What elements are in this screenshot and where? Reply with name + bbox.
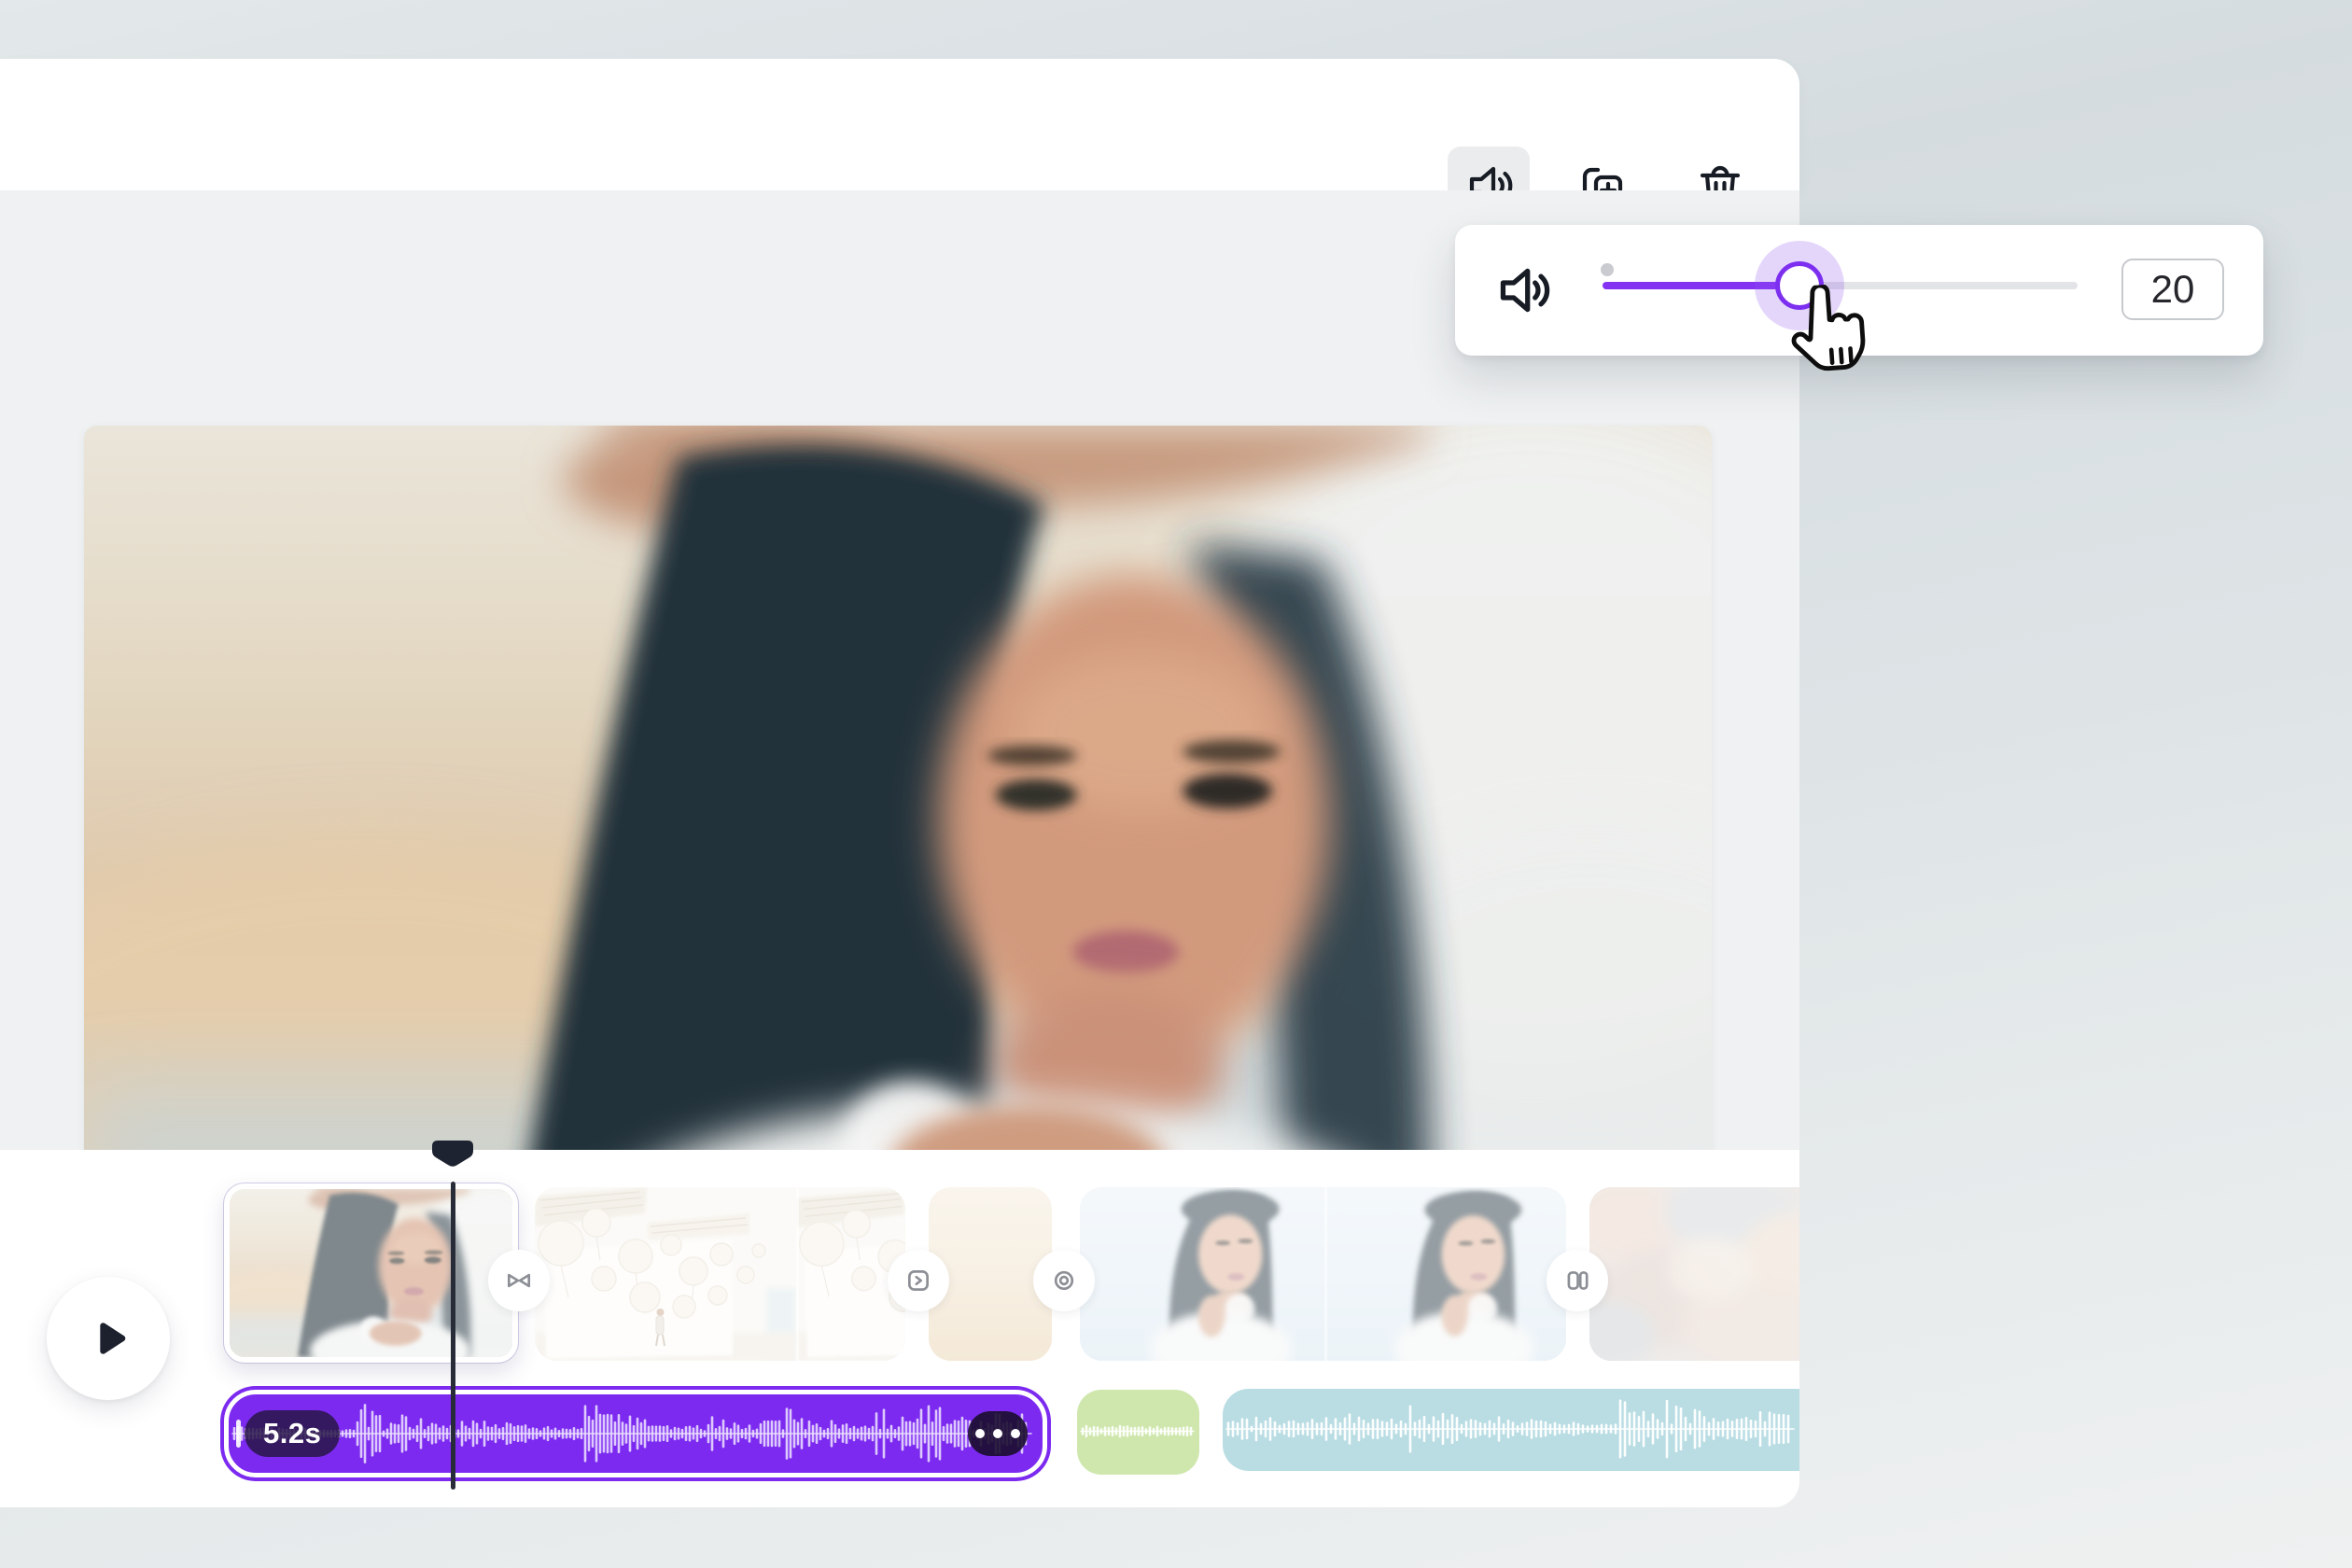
transition-button-3[interactable] bbox=[1033, 1250, 1095, 1311]
duration-badge: 5.2s bbox=[245, 1410, 340, 1457]
audio-waveform bbox=[1225, 1391, 1796, 1467]
play-icon bbox=[83, 1313, 133, 1364]
playhead-marker[interactable] bbox=[431, 1140, 474, 1169]
more-options-button[interactable] bbox=[968, 1411, 1028, 1456]
hand-pointer-cursor bbox=[1781, 282, 1873, 383]
audio-clip-cyan[interactable] bbox=[1223, 1389, 1799, 1471]
volume-value-input[interactable]: 20 bbox=[2121, 259, 2224, 320]
page-background: { "toolbar": { "buttons": [ { "id": "vol… bbox=[0, 0, 2352, 1568]
transition-button-1[interactable] bbox=[488, 1250, 550, 1311]
clip-dim-overlay bbox=[1589, 1187, 1799, 1361]
volume-popup: 20 bbox=[1455, 225, 2263, 356]
target-circles-icon bbox=[1050, 1267, 1078, 1295]
audio-clip-green[interactable] bbox=[1077, 1390, 1199, 1475]
audio-waveform bbox=[1079, 1392, 1196, 1471]
audio-clip-selected[interactable]: 5.2s bbox=[224, 1390, 1047, 1477]
crossfade-icon bbox=[505, 1267, 533, 1295]
volume-value: 20 bbox=[2151, 267, 2195, 312]
duration-label: 5.2s bbox=[263, 1417, 321, 1450]
audio-waveform bbox=[231, 1396, 1033, 1471]
top-toolbar bbox=[0, 59, 1799, 190]
transition-button-4[interactable] bbox=[1547, 1250, 1608, 1311]
playhead-line bbox=[451, 1182, 455, 1490]
video-clip-4[interactable] bbox=[1080, 1187, 1566, 1361]
chevron-box-icon bbox=[904, 1267, 932, 1295]
slider-origin-dot bbox=[1601, 263, 1614, 276]
video-clip-5[interactable] bbox=[1589, 1187, 1799, 1361]
play-button[interactable] bbox=[47, 1277, 170, 1400]
video-clip-2[interactable] bbox=[535, 1187, 905, 1361]
trim-handle-left[interactable] bbox=[236, 1420, 241, 1448]
clip-dim-overlay bbox=[230, 1189, 512, 1357]
split-panels-icon bbox=[1563, 1267, 1591, 1295]
transition-button-2[interactable] bbox=[888, 1250, 949, 1311]
clip-dim-overlay bbox=[535, 1187, 905, 1361]
more-horizontal-icon bbox=[975, 1429, 985, 1438]
video-clip-1[interactable] bbox=[224, 1183, 518, 1363]
clip-dim-overlay bbox=[1080, 1187, 1566, 1361]
speaker-icon bbox=[1492, 260, 1552, 325]
